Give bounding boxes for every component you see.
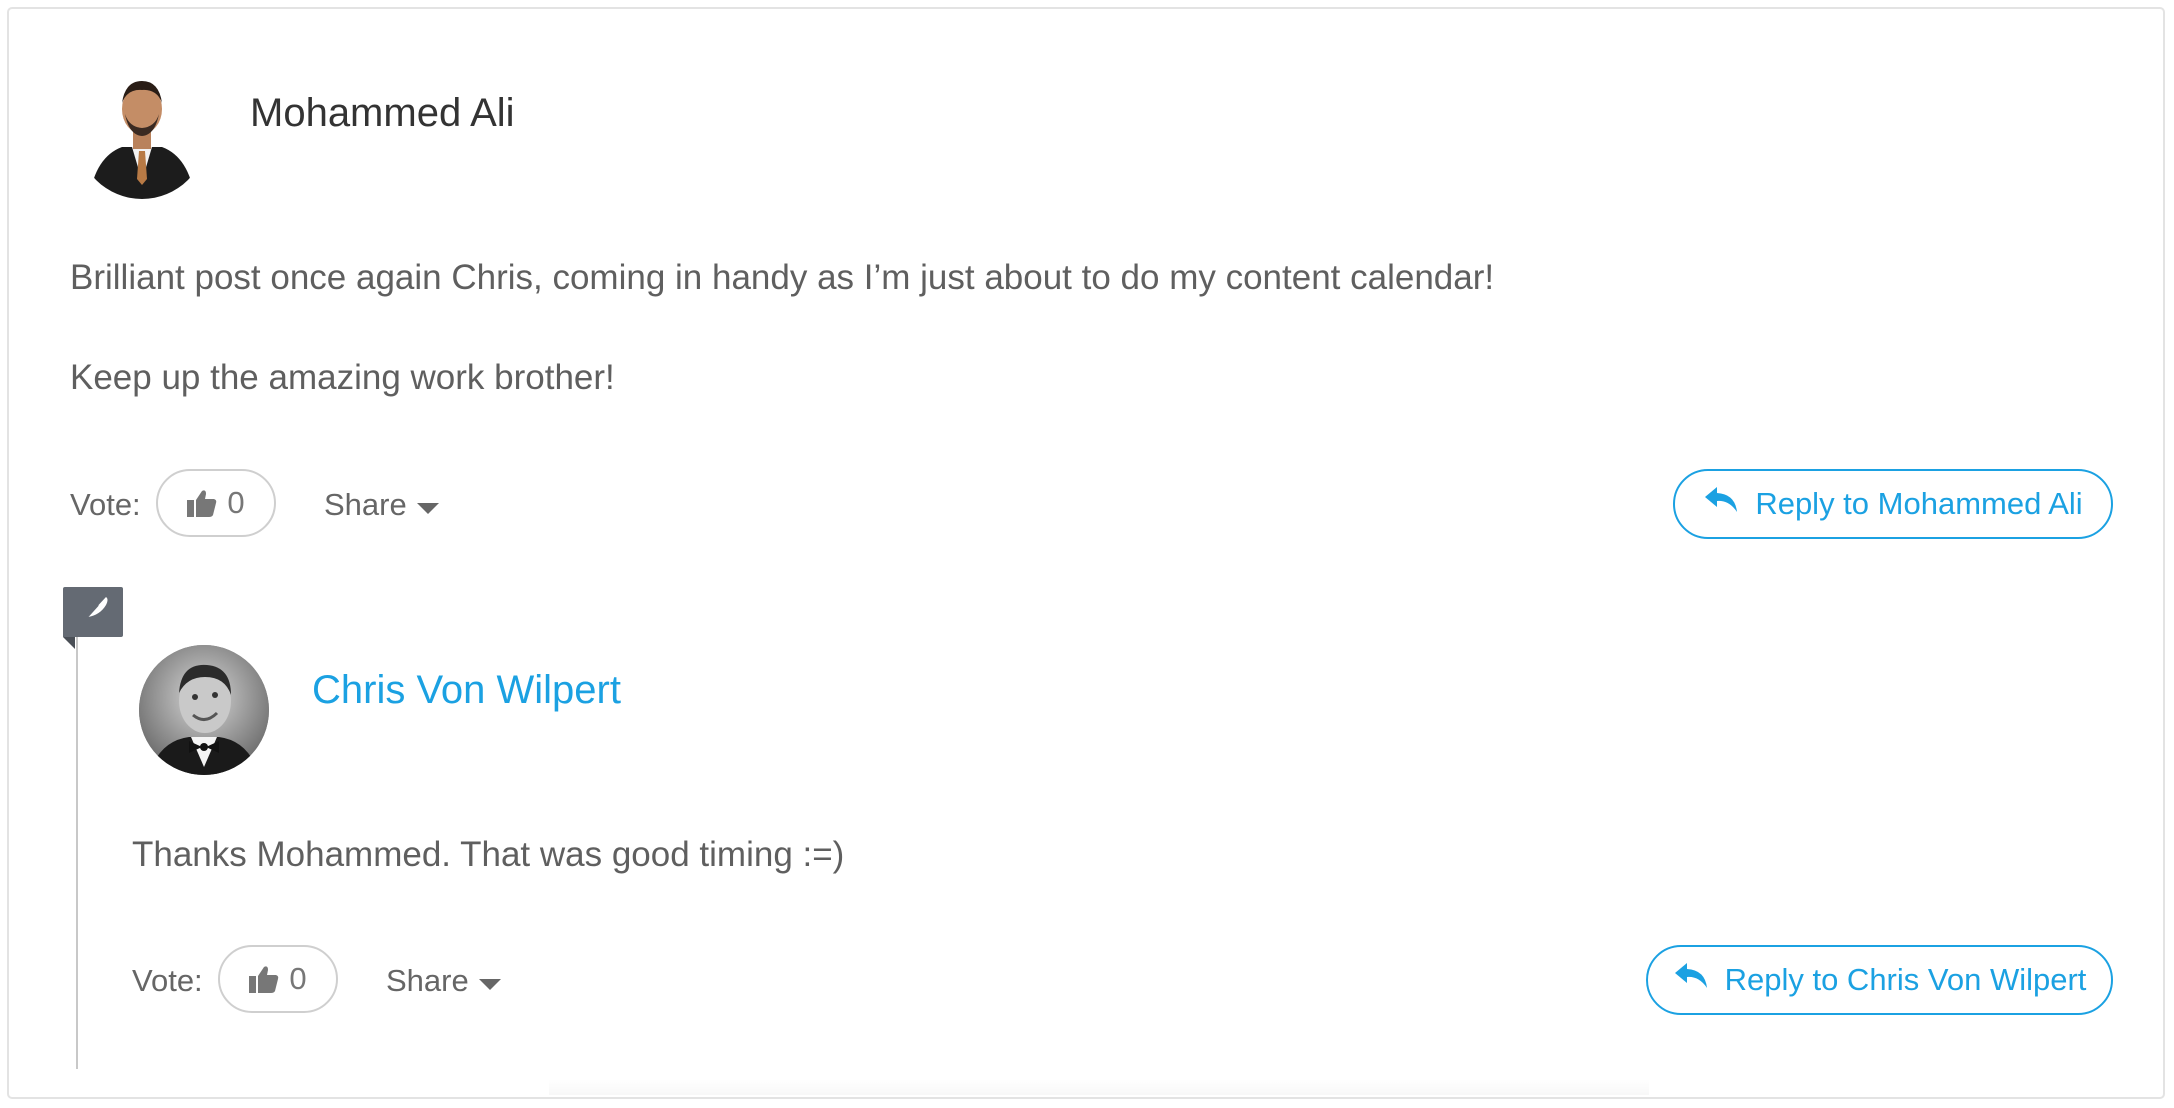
caret-down-icon [478,978,501,990]
share-dropdown[interactable]: Share [324,485,439,525]
comment-author-name: Mohammed Ali [250,91,515,135]
reply-label: Reply to Chris Von Wilpert [1724,962,2087,997]
reply-button[interactable]: Reply to Chris Von Wilpert [1646,945,2113,1015]
avatar-mohammed-ali[interactable] [77,69,207,199]
feather-icon [76,593,110,632]
vote-count: 0 [227,485,245,520]
reply-label: Reply to Mohammed Ali [1755,486,2083,521]
comment-paragraph: Thanks Mohammed. That was good timing :=… [132,835,845,874]
reply-button[interactable]: Reply to Mohammed Ali [1673,469,2113,539]
panel-bottom-shadow [549,1079,1649,1095]
reply-arrow-icon [1673,961,1711,999]
share-dropdown[interactable]: Share [386,961,501,1001]
upvote-button[interactable]: 0 [218,945,338,1013]
vote-label: Vote: [70,487,141,522]
thumbs-up-icon [187,489,217,517]
badge-tail [63,637,75,649]
thumbs-up-icon [249,965,279,993]
caret-down-icon [416,502,439,514]
comment-paragraph: Keep up the amazing work brother! [70,358,615,397]
reply-arrow-icon [1703,485,1741,523]
thread-line [76,629,78,1069]
comment-paragraph: Brilliant post once again Chris, coming … [70,258,1495,297]
comment-author-name-link[interactable]: Chris Von Wilpert [312,666,621,714]
vote-label: Vote: [132,963,203,998]
upvote-button[interactable]: 0 [156,469,276,537]
vote-count: 0 [289,961,307,996]
avatar-chris-von-wilpert[interactable] [139,645,269,775]
comments-panel: Mohammed Ali Brilliant post once again C… [7,7,2165,1099]
share-label: Share [324,487,407,522]
share-label: Share [386,963,469,998]
author-badge [63,587,123,637]
